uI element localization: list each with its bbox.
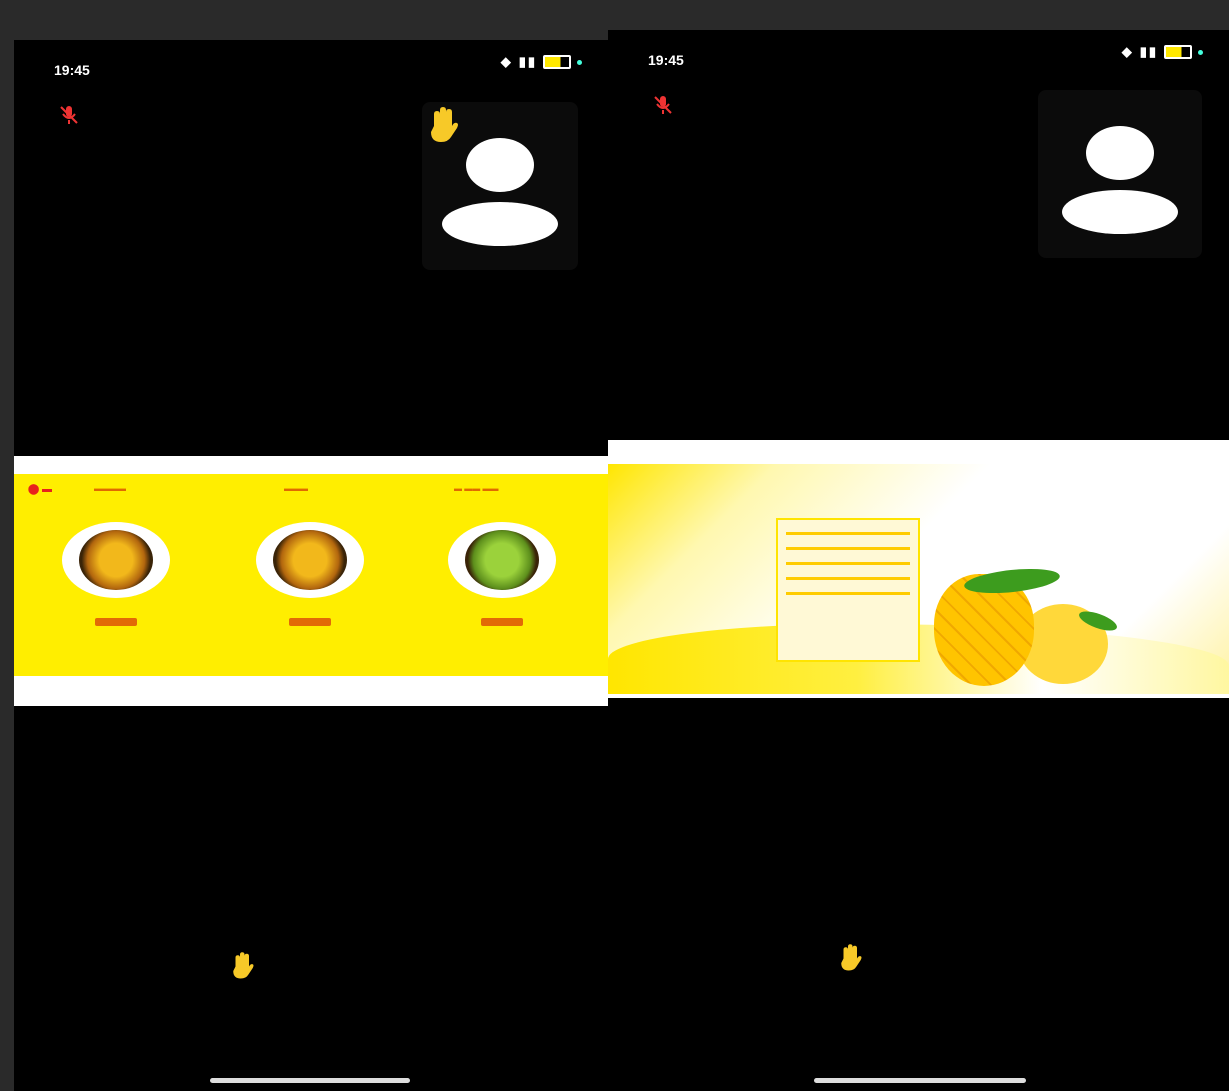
avatar-placeholder-icon: [466, 138, 534, 192]
status-icons: ◆ ▮▮: [501, 54, 582, 70]
home-indicator[interactable]: [210, 1078, 410, 1083]
raised-hand-icon: [431, 107, 458, 142]
cell-signal-icon: ▮▮: [518, 54, 537, 69]
status-time: 19:45: [648, 52, 684, 68]
avatar-placeholder-icon: [1086, 126, 1154, 180]
menu-item[interactable]: [786, 562, 910, 565]
nav-link: ▬▬▬: [284, 484, 308, 493]
mic-off-icon[interactable]: [58, 104, 80, 126]
menu-item[interactable]: [786, 547, 910, 550]
menu-item[interactable]: [786, 592, 910, 595]
raised-hand-icon: [233, 952, 254, 979]
status-icons: ◆ ▮▮: [1122, 44, 1203, 60]
nav-link: ▬▬▬▬: [94, 484, 126, 493]
shared-screen[interactable]: [608, 440, 1229, 698]
status-dot-icon: [577, 59, 582, 65]
order-button[interactable]: [481, 618, 523, 626]
phone-screen-left: 19:45 ◆ ▮▮ ⬤ ▬ ▬▬▬▬ ▬▬▬ ▬ ▬▬ ▬▬: [14, 40, 608, 1091]
product-card: [444, 522, 560, 626]
raised-hand-participant: [228, 950, 276, 980]
menu-item[interactable]: [786, 532, 910, 535]
food-website: ⬤ ▬ ▬▬▬▬ ▬▬▬ ▬ ▬▬ ▬▬: [14, 474, 608, 676]
nav-link: ▬ ▬▬ ▬▬: [454, 484, 499, 493]
product-card: [252, 522, 368, 626]
food-plate-image: [448, 522, 556, 598]
battery-icon: [1164, 45, 1192, 59]
menu-card: [776, 518, 920, 662]
order-button[interactable]: [289, 618, 331, 626]
cell-signal-icon: ▮▮: [1139, 44, 1158, 59]
website-logo: ⬤ ▬: [28, 484, 52, 495]
raised-hand-icon: [841, 944, 862, 971]
raised-hand-participant: [836, 942, 884, 972]
mic-off-icon[interactable]: [652, 94, 674, 116]
food-plate-image: [62, 522, 170, 598]
home-indicator[interactable]: [814, 1078, 1026, 1083]
menu-item[interactable]: [786, 577, 910, 580]
phone-screen-right: 19:45 ◆ ▮▮: [608, 30, 1229, 1091]
avatar-body: [442, 202, 558, 246]
product-card: [58, 522, 174, 626]
wifi-icon: ◆: [500, 54, 513, 69]
order-button[interactable]: [95, 618, 137, 626]
mango-website: [608, 464, 1229, 694]
status-time: 19:45: [54, 62, 90, 78]
battery-icon: [543, 55, 571, 69]
wifi-icon: ◆: [1121, 44, 1134, 59]
food-plate-image: [256, 522, 364, 598]
website-nav: ⬤ ▬ ▬▬▬▬ ▬▬▬ ▬ ▬▬ ▬▬: [14, 484, 608, 498]
self-video-tile[interactable]: [1038, 90, 1202, 258]
avatar-body: [1062, 190, 1178, 234]
shared-screen[interactable]: ⬤ ▬ ▬▬▬▬ ▬▬▬ ▬ ▬▬ ▬▬: [14, 456, 608, 706]
status-dot-icon: [1198, 49, 1203, 55]
